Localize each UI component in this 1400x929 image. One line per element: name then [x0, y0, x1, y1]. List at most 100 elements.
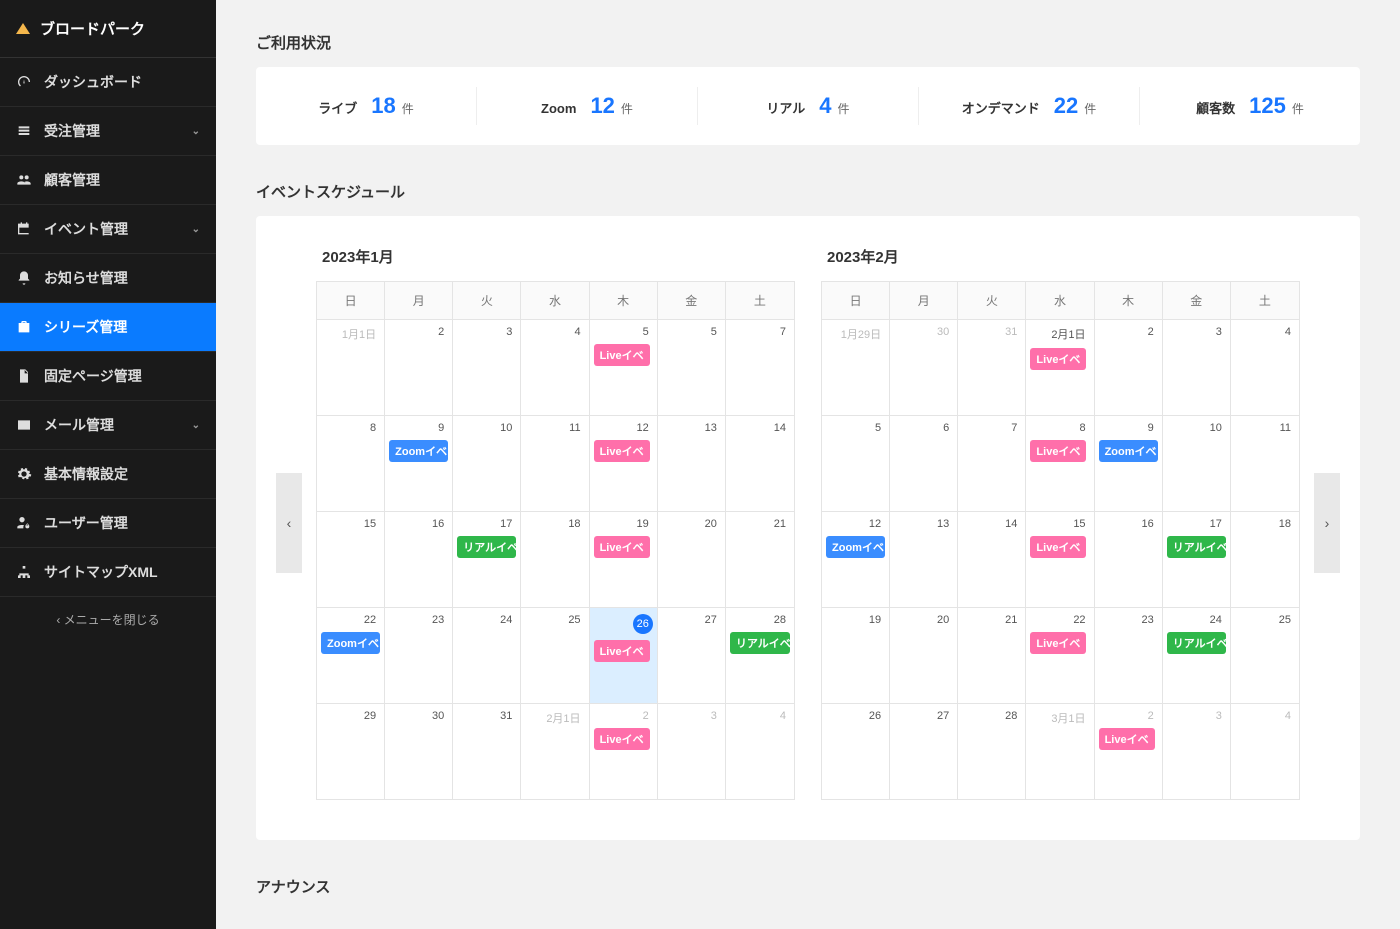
calendar-cell[interactable]: 2Liveイベ	[1095, 703, 1163, 799]
event-live[interactable]: Liveイベ	[1030, 440, 1086, 462]
sidebar-item-9[interactable]: ユーザー管理	[0, 499, 216, 548]
calendar-cell[interactable]: 20	[658, 511, 726, 607]
calendar-cell[interactable]: 3	[453, 319, 521, 415]
calendar-cell[interactable]: 26	[822, 703, 890, 799]
calendar-cell[interactable]: 3月1日	[1026, 703, 1094, 799]
sidebar-item-1[interactable]: 受注管理⌄	[0, 107, 216, 156]
calendar-cell[interactable]: 24	[453, 607, 521, 703]
calendar-cell[interactable]: 18	[521, 511, 589, 607]
sidebar-item-0[interactable]: ダッシュボード	[0, 58, 216, 107]
calendar-cell[interactable]: 3	[658, 703, 726, 799]
calendar-cell[interactable]: 31	[958, 319, 1026, 415]
calendar-cell[interactable]: 18	[1231, 511, 1299, 607]
calendar-cell[interactable]: 30	[385, 703, 453, 799]
calendar-cell[interactable]: 31	[453, 703, 521, 799]
calendar-cell[interactable]: 17リアルイベ	[1163, 511, 1231, 607]
calendar-cell[interactable]: 11	[521, 415, 589, 511]
menu-close[interactable]: メニューを閉じる	[0, 597, 216, 642]
calendar-cell[interactable]: 2	[385, 319, 453, 415]
calendar-cell[interactable]: 26Liveイベ	[590, 607, 658, 703]
event-live[interactable]: Liveイベ	[594, 440, 650, 462]
event-live[interactable]: Liveイベ	[594, 728, 650, 750]
calendar-cell[interactable]: 4	[521, 319, 589, 415]
calendar-cell[interactable]: 5	[658, 319, 726, 415]
calendar-cell[interactable]: 29	[317, 703, 385, 799]
calendar-cell[interactable]: 21	[726, 511, 794, 607]
calendar-cell[interactable]: 2月1日Liveイベ	[1026, 319, 1094, 415]
calendar-cell[interactable]: 19	[822, 607, 890, 703]
event-live[interactable]: Liveイベ	[594, 536, 650, 558]
event-real[interactable]: リアルイベ	[1167, 632, 1226, 654]
calendar-cell[interactable]: 2月1日	[521, 703, 589, 799]
calendar-cell[interactable]: 28リアルイベ	[726, 607, 794, 703]
event-real[interactable]: リアルイベ	[730, 632, 790, 654]
calendar-cell[interactable]: 8Liveイベ	[1026, 415, 1094, 511]
calendar-cell[interactable]: 19Liveイベ	[590, 511, 658, 607]
event-real[interactable]: リアルイベ	[1167, 536, 1226, 558]
calendar-cell[interactable]: 30	[890, 319, 958, 415]
calendar-cell[interactable]: 1月29日	[822, 319, 890, 415]
calendar-cell[interactable]: 7	[958, 415, 1026, 511]
event-live[interactable]: Liveイベ	[1030, 348, 1086, 370]
calendar-cell[interactable]: 2	[1095, 319, 1163, 415]
calendar-cell[interactable]: 25	[521, 607, 589, 703]
calendar-cell[interactable]: 5Liveイベ	[590, 319, 658, 415]
calendar-cell[interactable]: 14	[726, 415, 794, 511]
calendar-cell[interactable]: 10	[1163, 415, 1231, 511]
calendar-cell[interactable]: 15Liveイベ	[1026, 511, 1094, 607]
calendar-cell[interactable]: 9Zoomイベ	[385, 415, 453, 511]
calendar-cell[interactable]: 15	[317, 511, 385, 607]
event-real[interactable]: リアルイベ	[457, 536, 516, 558]
calendar-cell[interactable]: 11	[1231, 415, 1299, 511]
calendar-cell[interactable]: 10	[453, 415, 521, 511]
event-live[interactable]: Liveイベ	[594, 640, 650, 662]
event-zoom[interactable]: Zoomイベ	[826, 536, 885, 558]
calendar-cell[interactable]: 27	[890, 703, 958, 799]
calendar-cell[interactable]: 5	[822, 415, 890, 511]
calendar-cell[interactable]: 25	[1231, 607, 1299, 703]
calendar-prev-button[interactable]: ‹	[276, 473, 302, 573]
calendar-cell[interactable]: 3	[1163, 703, 1231, 799]
calendar-cell[interactable]: 1月1日	[317, 319, 385, 415]
calendar-cell[interactable]: 16	[1095, 511, 1163, 607]
sidebar-item-10[interactable]: サイトマップXML	[0, 548, 216, 597]
calendar-cell[interactable]: 28	[958, 703, 1026, 799]
calendar-cell[interactable]: 12Zoomイベ	[822, 511, 890, 607]
calendar-cell[interactable]: 22Zoomイベ	[317, 607, 385, 703]
calendar-cell[interactable]: 4	[1231, 319, 1299, 415]
event-live[interactable]: Liveイベ	[594, 344, 650, 366]
sidebar-item-7[interactable]: メール管理⌄	[0, 401, 216, 450]
event-zoom[interactable]: Zoomイベ	[321, 632, 380, 654]
calendar-cell[interactable]: 20	[890, 607, 958, 703]
calendar-cell[interactable]: 12Liveイベ	[590, 415, 658, 511]
sidebar-item-3[interactable]: イベント管理⌄	[0, 205, 216, 254]
calendar-cell[interactable]: 22Liveイベ	[1026, 607, 1094, 703]
calendar-cell[interactable]: 23	[1095, 607, 1163, 703]
calendar-cell[interactable]: 4	[1231, 703, 1299, 799]
calendar-cell[interactable]: 23	[385, 607, 453, 703]
sidebar-item-2[interactable]: 顧客管理	[0, 156, 216, 205]
event-live[interactable]: Liveイベ	[1030, 536, 1086, 558]
calendar-cell[interactable]: 14	[958, 511, 1026, 607]
calendar-cell[interactable]: 7	[726, 319, 794, 415]
calendar-cell[interactable]: 27	[658, 607, 726, 703]
event-zoom[interactable]: Zoomイベ	[389, 440, 448, 462]
event-live[interactable]: Liveイベ	[1099, 728, 1155, 750]
sidebar-item-8[interactable]: 基本情報設定	[0, 450, 216, 499]
event-live[interactable]: Liveイベ	[1030, 632, 1086, 654]
calendar-cell[interactable]: 13	[890, 511, 958, 607]
calendar-cell[interactable]: 2Liveイベ	[590, 703, 658, 799]
calendar-cell[interactable]: 13	[658, 415, 726, 511]
calendar-next-button[interactable]: ›	[1314, 473, 1340, 573]
event-zoom[interactable]: Zoomイベ	[1099, 440, 1158, 462]
calendar-cell[interactable]: 6	[890, 415, 958, 511]
calendar-cell[interactable]: 17リアルイベ	[453, 511, 521, 607]
calendar-cell[interactable]: 16	[385, 511, 453, 607]
calendar-cell[interactable]: 24リアルイベ	[1163, 607, 1231, 703]
sidebar-item-6[interactable]: 固定ページ管理	[0, 352, 216, 401]
calendar-cell[interactable]: 9Zoomイベ	[1095, 415, 1163, 511]
sidebar-item-4[interactable]: お知らせ管理	[0, 254, 216, 303]
calendar-cell[interactable]: 21	[958, 607, 1026, 703]
calendar-cell[interactable]: 8	[317, 415, 385, 511]
sidebar-item-5[interactable]: シリーズ管理	[0, 303, 216, 352]
